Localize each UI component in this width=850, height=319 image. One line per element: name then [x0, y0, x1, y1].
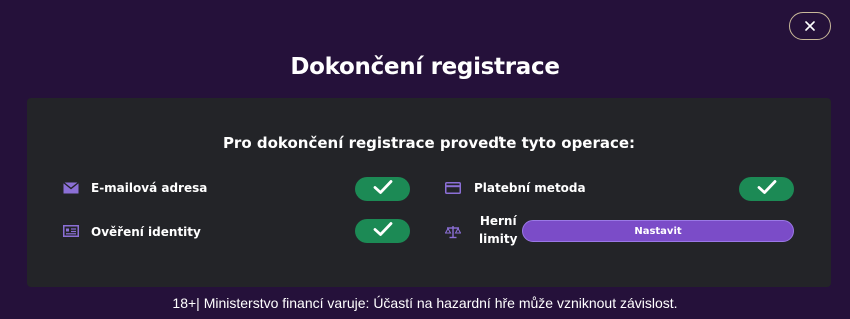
- close-icon: [805, 21, 815, 31]
- step-label-limits-line2: limity: [479, 232, 518, 246]
- gambling-warning: 18+| Ministerstvo financí varuje: Účastí…: [172, 295, 678, 311]
- credit-card-icon: [444, 180, 462, 196]
- step-label-limits-line1: Herní: [479, 214, 517, 228]
- payment-check-button[interactable]: [739, 177, 794, 201]
- step-label-limits: Herní limity: [479, 214, 517, 246]
- checkmark-icon: [373, 179, 393, 199]
- checkmark-icon: [757, 179, 777, 199]
- registration-panel: Pro dokončení registrace proveďte tyto o…: [27, 98, 831, 287]
- envelope-icon: [62, 180, 80, 196]
- close-button[interactable]: [789, 12, 831, 40]
- scale-icon: [444, 224, 462, 240]
- id-card-icon: [62, 223, 80, 239]
- step-label-email: E-mailová adresa: [91, 181, 208, 195]
- step-label-identity: Ověření identity: [91, 225, 201, 239]
- set-limits-button[interactable]: Nastavit: [522, 220, 794, 242]
- panel-subtitle: Pro dokončení registrace proveďte tyto o…: [222, 134, 636, 152]
- email-check-button[interactable]: [355, 177, 410, 201]
- dialog-title: Dokončení registrace: [290, 54, 560, 80]
- checkmark-icon: [373, 221, 393, 241]
- step-label-payment: Platební metoda: [474, 181, 586, 195]
- identity-check-button[interactable]: [355, 219, 410, 243]
